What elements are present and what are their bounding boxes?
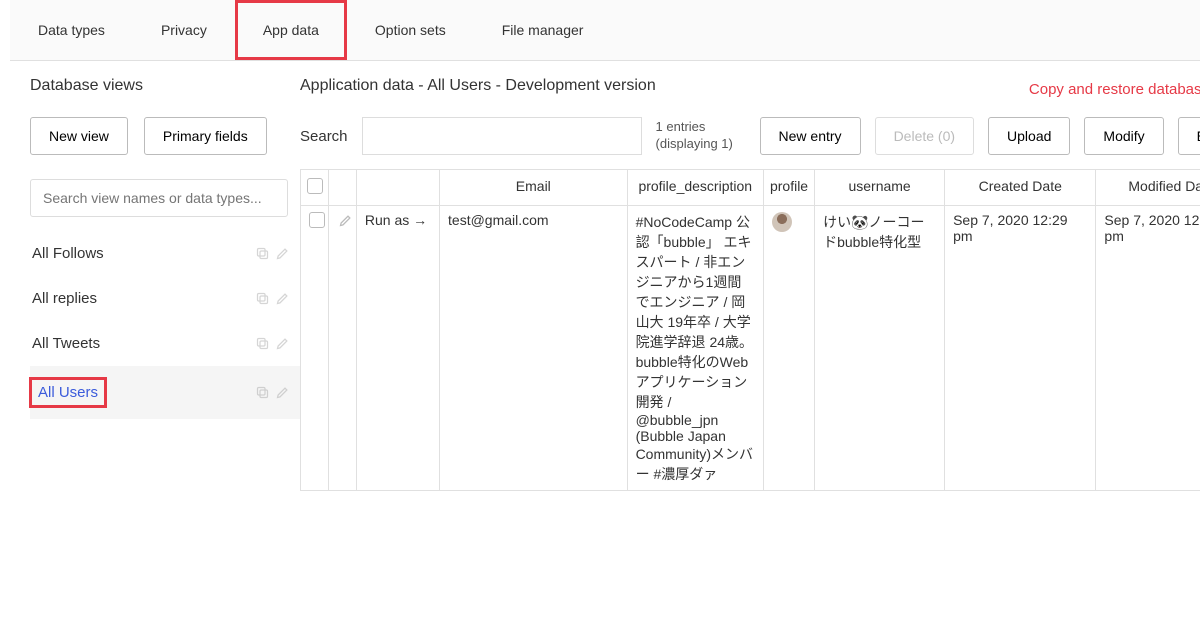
search-label: Search bbox=[300, 128, 348, 145]
page-title: Application data - All Users - Developme… bbox=[300, 71, 656, 107]
sidebar-item-all-replies[interactable]: All replies bbox=[30, 276, 300, 321]
sidebar-title: Database views bbox=[30, 71, 300, 107]
sidebar-item-all-users[interactable]: All Users bbox=[30, 366, 300, 419]
row-checkbox[interactable] bbox=[301, 206, 329, 491]
delete-button[interactable]: Delete (0) bbox=[875, 117, 974, 155]
cell-profile-image bbox=[763, 206, 814, 491]
edit-header bbox=[329, 170, 357, 206]
cell-created: Sep 7, 2020 12:29 pm bbox=[945, 206, 1096, 491]
avatar bbox=[772, 212, 792, 232]
cell-profile-description: #NoCodeCamp 公認「bubble」 エキスパート / 非エンジニアから… bbox=[627, 206, 763, 491]
table-header-row: Email profile_description profile userna… bbox=[301, 170, 1200, 206]
sidebar-item-label: All Users bbox=[32, 380, 104, 405]
tab-privacy[interactable]: Privacy bbox=[133, 0, 235, 60]
copy-icon[interactable] bbox=[254, 385, 270, 401]
tab-file-manager[interactable]: File manager bbox=[474, 0, 612, 60]
search-input[interactable] bbox=[362, 117, 642, 155]
sidebar: Database views New view Primary fields A… bbox=[0, 61, 300, 491]
new-view-button[interactable]: New view bbox=[30, 117, 128, 155]
tab-data-types[interactable]: Data types bbox=[10, 0, 133, 60]
table-row[interactable]: Run as → test@gmail.com #NoCodeCamp 公認「b… bbox=[301, 206, 1200, 491]
primary-fields-button[interactable]: Primary fields bbox=[144, 117, 267, 155]
upload-button[interactable]: Upload bbox=[988, 117, 1070, 155]
col-created[interactable]: Created Date bbox=[945, 170, 1096, 206]
export-button[interactable]: Exp bbox=[1178, 117, 1200, 155]
main-toolbar: Search 1 entries (displaying 1) New entr… bbox=[300, 107, 1200, 169]
view-list: All Follows All replies All Tweets bbox=[30, 231, 300, 419]
sidebar-item-label: All Follows bbox=[32, 245, 104, 262]
col-modified[interactable]: Modified Date bbox=[1096, 170, 1200, 206]
top-tabs: Data types Privacy App data Option sets … bbox=[10, 0, 1200, 61]
row-edit[interactable] bbox=[329, 206, 357, 491]
tab-option-sets[interactable]: Option sets bbox=[347, 0, 474, 60]
pencil-icon[interactable] bbox=[337, 212, 353, 228]
copy-restore-link[interactable]: Copy and restore database bbox=[1029, 81, 1200, 98]
sidebar-item-label: All Tweets bbox=[32, 335, 100, 352]
col-profile-description[interactable]: profile_description bbox=[627, 170, 763, 206]
runas-header bbox=[356, 170, 439, 206]
pencil-icon[interactable] bbox=[274, 385, 290, 401]
col-email[interactable]: Email bbox=[440, 170, 628, 206]
cell-username: けい🐼ノーコードbubble特化型 bbox=[815, 206, 945, 491]
data-table: Email profile_description profile userna… bbox=[300, 169, 1200, 491]
sidebar-item-all-follows[interactable]: All Follows bbox=[30, 231, 300, 276]
checkbox-icon[interactable] bbox=[307, 178, 323, 194]
main-panel: Application data - All Users - Developme… bbox=[300, 61, 1200, 491]
entries-count: 1 entries (displaying 1) bbox=[656, 119, 746, 153]
copy-icon[interactable] bbox=[254, 291, 270, 307]
pencil-icon[interactable] bbox=[274, 336, 290, 352]
col-username[interactable]: username bbox=[815, 170, 945, 206]
col-profile[interactable]: profile bbox=[763, 170, 814, 206]
sidebar-item-all-tweets[interactable]: All Tweets bbox=[30, 321, 300, 366]
search-views-input[interactable] bbox=[30, 179, 288, 217]
new-entry-button[interactable]: New entry bbox=[760, 117, 861, 155]
select-all-header[interactable] bbox=[301, 170, 329, 206]
modify-button[interactable]: Modify bbox=[1084, 117, 1163, 155]
run-as-link[interactable]: Run as → bbox=[365, 212, 427, 228]
cell-modified: Sep 7, 2020 12:29 pm bbox=[1096, 206, 1200, 491]
pencil-icon[interactable] bbox=[274, 291, 290, 307]
checkbox-icon[interactable] bbox=[309, 212, 325, 228]
tab-app-data[interactable]: App data bbox=[235, 0, 347, 60]
pencil-icon[interactable] bbox=[274, 246, 290, 262]
sidebar-item-label: All replies bbox=[32, 290, 97, 307]
copy-icon[interactable] bbox=[254, 336, 270, 352]
cell-email: test@gmail.com bbox=[440, 206, 628, 491]
copy-icon[interactable] bbox=[254, 246, 270, 262]
